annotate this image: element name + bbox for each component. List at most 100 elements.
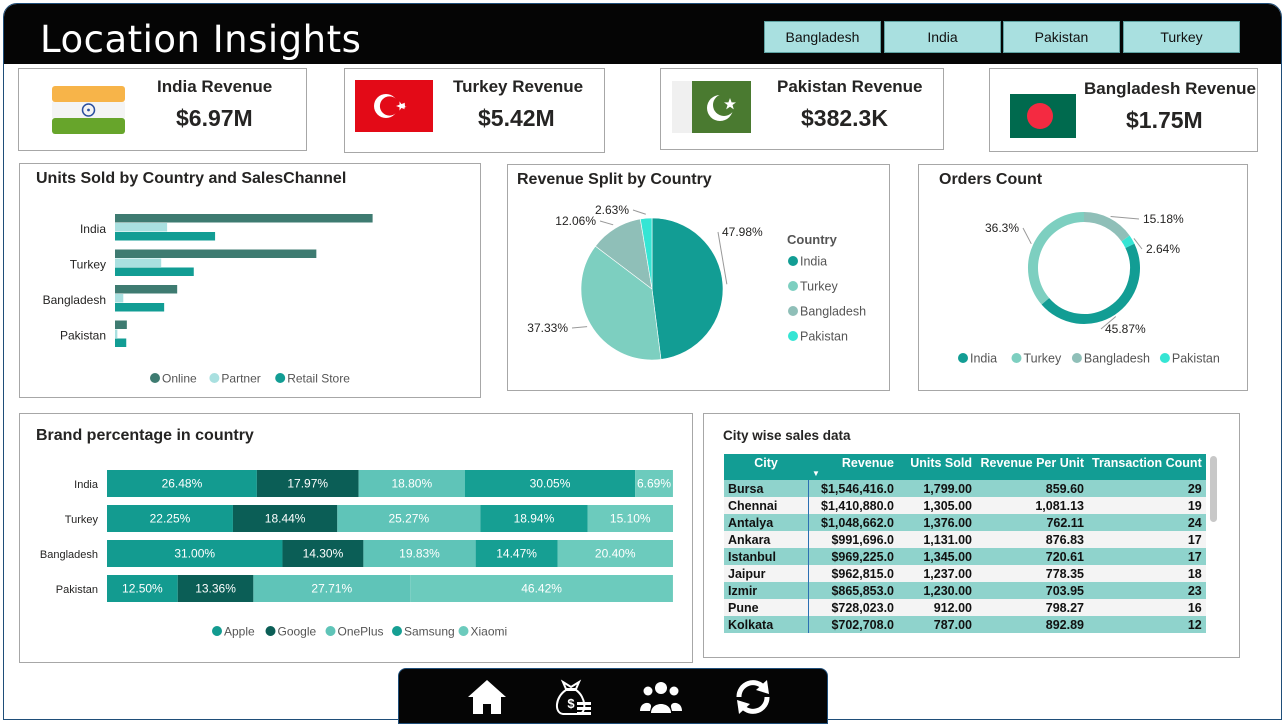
table-cell: 1,376.00	[898, 514, 976, 531]
bar-partner	[115, 294, 124, 303]
axis-tick-label: India	[74, 479, 99, 491]
table-cell: 876.83	[976, 531, 1088, 548]
table-cell: 19	[1088, 497, 1206, 514]
slicer-india[interactable]: India	[884, 21, 1001, 53]
data-label: 25.27%	[388, 512, 429, 526]
table-cell: $969,225.0	[807, 548, 898, 565]
legend-marker	[788, 281, 798, 291]
data-label: 13.36%	[195, 582, 236, 596]
table-row[interactable]: Kolkata $702,708.0 787.00 892.89 12	[724, 616, 1206, 633]
table-cell: 1,230.00	[898, 582, 976, 599]
table-cell: Pune	[724, 599, 808, 616]
table-row[interactable]: Pune $728,023.0 912.00 798.27 16	[724, 599, 1206, 616]
table-cell: 720.61	[976, 548, 1088, 565]
legend-label: Samsung	[404, 625, 455, 639]
kpi-label: India Revenue	[157, 77, 273, 96]
kpi-label: Bangladesh Revenue	[1084, 79, 1256, 98]
pakistan-flag-icon	[672, 81, 751, 133]
navigation-bar: $	[398, 668, 828, 724]
page-title: Location Insights	[40, 18, 362, 61]
table-row[interactable]: Izmir $865,853.0 1,230.00 703.95 23	[724, 582, 1206, 599]
leader-line	[1022, 227, 1032, 245]
table-scrollbar[interactable]	[1210, 456, 1217, 522]
data-label: 12.06%	[555, 214, 596, 228]
slicer-bangladesh[interactable]: Bangladesh	[764, 21, 881, 53]
legend-label: Apple	[224, 625, 255, 639]
kpi-label: Pakistan Revenue	[777, 77, 923, 96]
kpi-value: $5.42M	[478, 105, 555, 131]
kpi-value: $1.75M	[1126, 107, 1203, 133]
table-cell: Kolkata	[724, 616, 808, 633]
data-label: 2.63%	[595, 203, 629, 217]
users-icon[interactable]	[639, 677, 683, 717]
data-label: 31.00%	[174, 547, 215, 561]
data-label: 26.48%	[162, 477, 203, 491]
data-label: 6.69%	[637, 477, 671, 491]
data-label: 15.10%	[610, 512, 651, 526]
legend-marker	[212, 626, 222, 636]
bar-partner	[115, 223, 168, 232]
axis-tick-label: Pakistan	[56, 584, 98, 596]
table-row[interactable]: Chennai $1,410,880.0 1,305.00 1,081.13 19	[724, 497, 1206, 514]
legend-title: Country	[787, 232, 838, 247]
legend-marker	[458, 626, 469, 636]
axis-tick-label: Bangladesh	[43, 293, 106, 307]
kpi-label: Turkey Revenue	[453, 77, 584, 96]
column-header[interactable]: Units Sold	[898, 454, 976, 480]
data-label: 46.42%	[521, 582, 562, 596]
column-header[interactable]: City	[724, 454, 808, 480]
data-label: 18.94%	[514, 512, 555, 526]
legend-label: Pakistan	[1172, 352, 1220, 366]
money-bag-icon[interactable]: $	[549, 677, 593, 717]
donut-segment-india	[1041, 243, 1140, 324]
legend-marker	[788, 256, 798, 266]
bar-retail-store	[115, 232, 216, 241]
legend-label: Retail Store	[287, 372, 350, 386]
data-label: 17.97%	[287, 477, 328, 491]
table-cell: 1,345.00	[898, 548, 976, 565]
table-cell: 778.35	[976, 565, 1088, 582]
table-row[interactable]: Ankara $991,696.0 1,131.00 876.83 17	[724, 531, 1206, 548]
data-label: 12.50%	[122, 582, 163, 596]
table-cell: 29	[1088, 480, 1206, 497]
table-row[interactable]: Jaipur $962,815.0 1,237.00 778.35 18	[724, 565, 1206, 582]
data-label: 47.98%	[722, 225, 763, 239]
slicer-pakistan[interactable]: Pakistan	[1003, 21, 1120, 53]
table-cell: 912.00	[898, 599, 976, 616]
table-row[interactable]: Bursa $1,546,416.0 1,799.00 859.60 29	[724, 480, 1206, 497]
pie-slice-india	[651, 217, 724, 360]
legend-marker	[788, 331, 798, 341]
column-header[interactable]: Transaction Count	[1088, 454, 1206, 480]
column-header[interactable]: Revenue ▼	[808, 454, 898, 480]
data-label: 14.30%	[303, 547, 344, 561]
data-label: 14.47%	[496, 547, 537, 561]
revenue-split-chart: 47.98% 37.33% 12.06%2.63% Country India Turke…	[527, 203, 866, 361]
axis-tick-label: Turkey	[65, 514, 99, 526]
legend-label: Pakistan	[800, 330, 848, 344]
home-icon[interactable]	[465, 677, 509, 717]
legend-marker	[392, 626, 402, 636]
kpi-card-pakistan: Pakistan Revenue $382.3K	[660, 68, 944, 150]
table-cell: 17	[1088, 548, 1206, 565]
bar-retail-store	[115, 303, 165, 312]
axis-tick-label: Pakistan	[60, 329, 106, 343]
data-label: 2.64%	[1146, 242, 1180, 256]
column-header[interactable]: Revenue Per Unit	[976, 454, 1088, 480]
legend-marker	[325, 626, 336, 636]
legend-label: Turkey	[800, 280, 838, 294]
kpi-card-bangladesh: Bangladesh Revenue $1.75M	[989, 68, 1258, 152]
legend-marker	[275, 373, 286, 383]
data-label: 30.05%	[530, 477, 571, 491]
table-cell: 1,081.13	[976, 497, 1088, 514]
legend-marker	[1159, 353, 1170, 363]
bar-online	[115, 285, 178, 294]
brand-percentage-card: Brand percentage in country India 26.48% 1…	[19, 413, 693, 663]
table-row[interactable]: Istanbul $969,225.0 1,345.00 720.61 17	[724, 548, 1206, 565]
table-cell: 1,799.00	[898, 480, 976, 497]
table-cell: Izmir	[724, 582, 808, 599]
table-row[interactable]: Antalya $1,048,662.0 1,376.00 762.11 24	[724, 514, 1206, 531]
table-cell: 16	[1088, 599, 1206, 616]
table-cell: 17	[1088, 531, 1206, 548]
slicer-turkey[interactable]: Turkey	[1123, 21, 1240, 53]
refresh-icon[interactable]	[731, 677, 775, 717]
